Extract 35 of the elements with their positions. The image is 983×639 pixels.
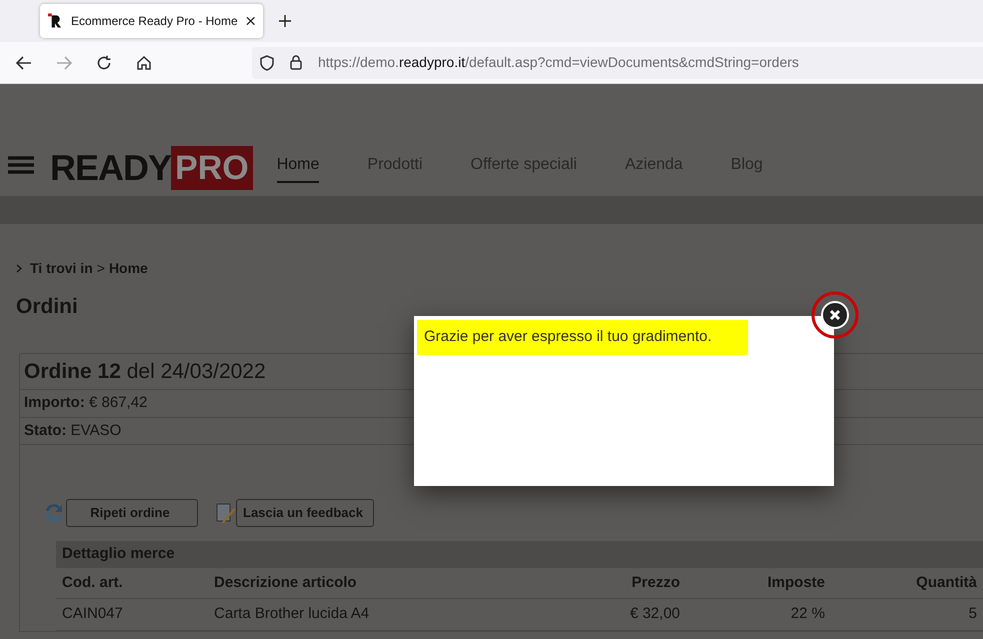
column-header: Prezzo — [556, 568, 686, 598]
order-field: Importo: € 867,42 — [24, 394, 148, 411]
table-cell: € 32,00 — [556, 598, 686, 630]
order-title: Ordine 12 del 24/03/2022 — [24, 360, 266, 382]
breadcrumb-label: Ti trovi in — [30, 259, 93, 278]
nav-link[interactable]: Home — [276, 153, 320, 183]
column-header: Descrizione articolo — [208, 568, 557, 598]
reload-icon[interactable] — [96, 54, 112, 70]
back-icon[interactable] — [16, 56, 32, 70]
logo[interactable]: READYPRO — [50, 146, 253, 190]
column-header: Quantità — [831, 568, 983, 598]
notepad-pencil-icon — [214, 502, 236, 524]
home-icon[interactable] — [136, 54, 152, 70]
column-header: Imposte — [686, 568, 831, 598]
forward-icon — [56, 56, 72, 70]
page-title: Ordini — [16, 294, 78, 320]
table-cell: CAIN047 — [56, 598, 208, 630]
lock-icon[interactable] — [290, 55, 302, 70]
close-button[interactable] — [810, 290, 860, 340]
table-cell: Carta Brother lucida A4 — [208, 598, 557, 630]
table-cell: 5 — [831, 598, 983, 630]
order-field: Stato: EVASO — [24, 422, 122, 438]
close-icon[interactable] — [246, 16, 255, 26]
breadcrumb-separator: > — [96, 259, 105, 278]
menu-icon[interactable] — [8, 155, 34, 175]
column-header: Cod. art. — [56, 568, 208, 598]
success-message: Grazie per aver espresso il tuo gradimento. — [417, 320, 748, 354]
chevron-icon — [16, 264, 22, 273]
action-button[interactable]: Lascia un feedback — [236, 499, 374, 527]
shield-icon[interactable] — [260, 54, 274, 70]
table-cell: 22 % — [686, 598, 831, 630]
site-logo-icon — [48, 13, 63, 29]
breadcrumb-link[interactable]: Home — [108, 258, 148, 279]
new-tab-icon[interactable] — [279, 15, 291, 27]
action-button[interactable]: Ripeti ordine — [66, 499, 198, 527]
